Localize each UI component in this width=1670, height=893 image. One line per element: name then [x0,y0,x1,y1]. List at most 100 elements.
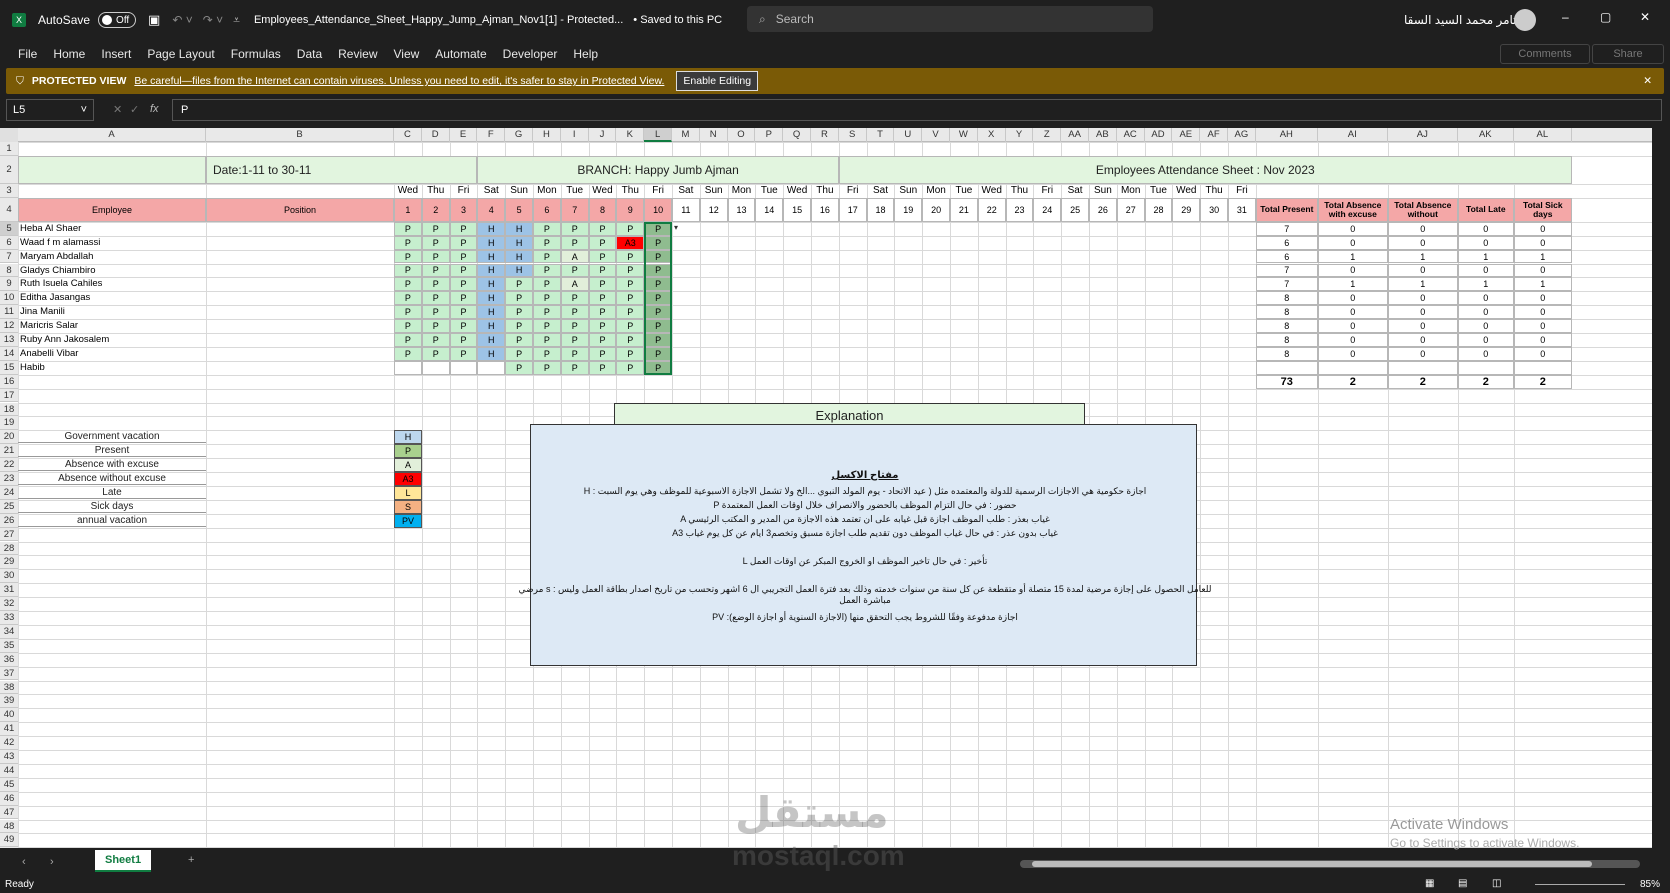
save-icon[interactable]: ▣ [148,12,160,28]
total-cell[interactable]: 1 [1317,249,1388,264]
attendance-cell[interactable]: P [449,291,478,306]
menu-developer[interactable]: Developer [503,47,558,61]
attendance-cell[interactable]: P [616,305,645,320]
row-header-16[interactable]: 16 [0,374,18,389]
insert-function-icon[interactable]: fx [150,103,159,115]
total-cell[interactable]: 0 [1387,221,1458,236]
row-header-22[interactable]: 22 [0,458,18,472]
day-header-5[interactable]: 5 [505,197,533,222]
attendance-cell[interactable]: P [588,346,617,361]
attendance-cell[interactable]: H [505,263,533,278]
menu-data[interactable]: Data [297,47,322,61]
row-header-32[interactable]: 32 [0,597,18,611]
column-header-AI[interactable]: AI [1318,128,1388,142]
attendance-cell[interactable]: P [616,319,645,333]
attendance-cell[interactable]: P [449,333,478,347]
day-header-9[interactable]: 9 [616,197,645,222]
menu-formulas[interactable]: Formulas [231,47,281,61]
saved-status[interactable]: • Saved to this PC [633,14,722,26]
attendance-cell[interactable]: P [588,263,617,278]
grand-total-cell[interactable]: 2 [1457,374,1514,389]
total-cell[interactable]: 0 [1513,291,1572,306]
tab-sheet1[interactable]: Sheet1 [95,850,152,872]
row-header-41[interactable]: 41 [0,722,18,737]
day-header-10[interactable]: 10 [644,197,672,222]
attendance-cell[interactable]: P [394,249,422,264]
attendance-cell[interactable]: P [533,263,561,278]
attendance-cell[interactable]: P [588,277,617,292]
attendance-cell[interactable]: P [505,277,533,292]
attendance-cell[interactable]: P [421,235,450,250]
row-header-44[interactable]: 44 [0,763,18,778]
attendance-cell[interactable]: P [394,221,422,236]
attendance-cell[interactable]: H [477,333,506,347]
attendance-cell[interactable]: P [588,333,617,347]
column-header-A[interactable]: A [18,128,206,142]
row-header-5[interactable]: 5 [0,221,18,236]
attendance-cell[interactable] [421,360,450,375]
row-header-21[interactable]: 21 [0,444,18,459]
comments-button[interactable]: Comments [1500,44,1590,64]
search-box[interactable]: ⌕ Search [747,6,1153,32]
grand-total-cell[interactable]: 2 [1387,374,1458,389]
total-cell[interactable]: 0 [1317,235,1388,250]
menu-view[interactable]: View [394,47,420,61]
total-cell[interactable]: 0 [1317,346,1388,361]
attendance-cell[interactable]: P [616,291,645,306]
add-sheet-icon[interactable]: + [188,854,194,866]
total-cell[interactable]: 0 [1317,221,1388,236]
column-header-G[interactable]: G [505,128,533,142]
row-header-37[interactable]: 37 [0,666,18,681]
day-header-16[interactable]: 16 [811,197,839,222]
total-cell[interactable] [1457,360,1514,375]
total-cell[interactable]: 0 [1513,333,1572,347]
grand-total-cell[interactable]: 73 [1255,374,1318,389]
attendance-cell[interactable]: P [560,305,589,320]
column-header-M[interactable]: M [672,128,700,142]
menu-page-layout[interactable]: Page Layout [147,47,214,61]
employee-header[interactable]: Employee [18,197,206,222]
day-header-8[interactable]: 8 [588,197,617,222]
total-cell[interactable]: 1 [1513,277,1572,292]
row-header-29[interactable]: 29 [0,555,18,570]
day-header-21[interactable]: 21 [950,197,978,222]
attendance-cell[interactable]: A [560,277,589,292]
day-header-11[interactable]: 11 [672,197,700,222]
totals-header[interactable]: Total Sick days [1513,197,1572,222]
column-header-R[interactable]: R [811,128,839,142]
row-header-36[interactable]: 36 [0,652,18,667]
column-header-O[interactable]: O [728,128,756,142]
protected-message[interactable]: Be careful—files from the Internet can c… [134,75,664,87]
row-header-26[interactable]: 26 [0,513,18,528]
attendance-cell[interactable]: P [560,346,589,361]
row-header-12[interactable]: 12 [0,319,18,333]
avatar[interactable] [1514,9,1536,31]
day-header-17[interactable]: 17 [838,197,867,222]
row-header-24[interactable]: 24 [0,485,18,500]
page-break-icon[interactable]: ◫ [1492,878,1501,889]
maximize-icon[interactable]: ▢ [1600,10,1611,24]
total-cell[interactable]: 0 [1513,346,1572,361]
total-cell[interactable]: 8 [1255,346,1318,361]
row-header-14[interactable]: 14 [0,346,18,361]
day-header-30[interactable]: 30 [1200,197,1228,222]
day-header-12[interactable]: 12 [699,197,728,222]
column-header-E[interactable]: E [450,128,478,142]
total-cell[interactable]: 0 [1387,319,1458,333]
attendance-cell[interactable]: P [533,235,561,250]
total-cell[interactable]: 0 [1457,221,1514,236]
column-header-AH[interactable]: AH [1256,128,1318,142]
attendance-cell[interactable]: P [449,305,478,320]
total-cell[interactable]: 1 [1317,277,1388,292]
attendance-cell[interactable]: P [394,319,422,333]
attendance-cell[interactable]: P [394,277,422,292]
attendance-cell[interactable]: P [533,249,561,264]
attendance-cell[interactable]: P [616,263,645,278]
day-header-20[interactable]: 20 [922,197,950,222]
close-bar-icon[interactable]: ✕ [1643,75,1652,87]
attendance-cell[interactable]: P [421,263,450,278]
column-header-X[interactable]: X [978,128,1006,142]
prev-sheet-icon[interactable]: ‹ [22,856,26,868]
attendance-cell[interactable]: P [394,305,422,320]
zoom-slider[interactable] [1535,884,1625,885]
